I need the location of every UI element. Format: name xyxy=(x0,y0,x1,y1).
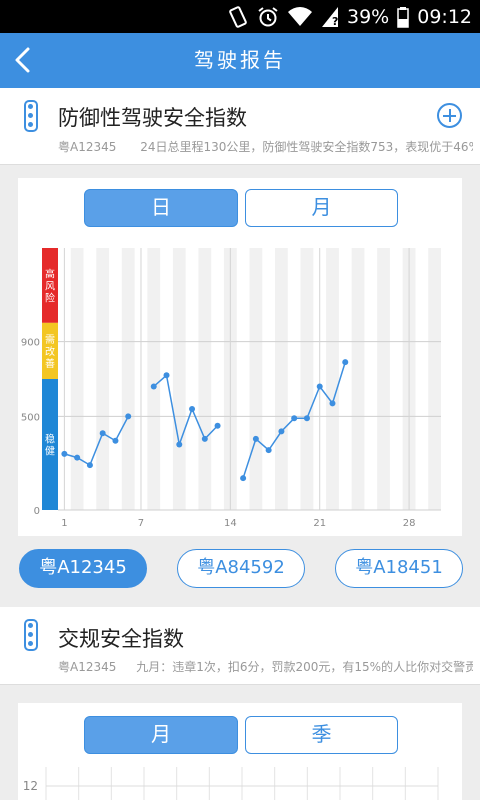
chart-stripe xyxy=(198,248,212,510)
traffic-chart: 12 xyxy=(23,767,439,800)
safety-summary-text: 24日总里程130公里，防御性驾驶安全指数753，表现优于46%的人 xyxy=(140,140,473,154)
chart-stripe xyxy=(96,248,110,510)
data-point xyxy=(329,400,336,407)
risk-band-label: 改 xyxy=(45,345,55,358)
status-bar: ? 39% 09:12 xyxy=(0,0,480,33)
chart-stripe xyxy=(147,248,161,510)
safety-chart-card: 日 月 0 500 900 1 7 14 21 28 高风险需改善稳健 xyxy=(18,178,462,536)
y-tick-label: 0 xyxy=(34,506,40,517)
data-point xyxy=(125,413,132,420)
x-tick-label: 14 xyxy=(224,518,237,529)
data-point xyxy=(86,462,93,469)
traffic-chart-card: 月 季 12 xyxy=(18,703,462,800)
data-point xyxy=(150,383,157,390)
safety-index-title: 防御性驾驶安全指数 xyxy=(58,106,247,130)
risk-band-label: 健 xyxy=(45,446,55,458)
plate-button-1[interactable]: 粤A12345 xyxy=(19,549,147,588)
risk-band-label: 高 xyxy=(45,267,55,280)
traffic-index-summary: 粤A12345 九月：违章1次，扣6分，罚款200元，有15%的人比你对交警贡献… xyxy=(58,658,473,675)
data-point xyxy=(176,441,183,448)
page-title: 驾驶报告 xyxy=(194,48,286,72)
data-point xyxy=(163,372,170,379)
back-arrow-icon xyxy=(8,47,44,83)
traffic-plate: 粤A12345 xyxy=(58,660,117,674)
y-tick-label: 900 xyxy=(21,338,40,349)
x-tick-label: 7 xyxy=(138,518,144,529)
data-point xyxy=(189,405,196,412)
x-tick-label: 21 xyxy=(313,518,326,529)
data-point xyxy=(201,435,208,442)
chart-stripe xyxy=(300,248,314,510)
data-point xyxy=(316,383,323,390)
vibrate-icon xyxy=(227,5,249,28)
traffic-light-icon-2 xyxy=(24,619,38,651)
nav-bar: 驾驶报告 xyxy=(0,33,480,88)
chart-stripe xyxy=(275,248,288,510)
data-point xyxy=(214,422,221,429)
risk-band-label: 险 xyxy=(45,291,55,304)
risk-band-label: 稳 xyxy=(45,433,55,446)
battery-icon xyxy=(397,6,409,28)
data-point xyxy=(61,450,68,457)
chart-stripe xyxy=(172,248,186,510)
clock-time: 09:12 xyxy=(417,5,472,28)
data-point xyxy=(240,475,247,482)
data-point xyxy=(265,447,272,454)
data-point xyxy=(74,454,81,461)
x-tick-label: 28 xyxy=(403,518,416,529)
safety-plate: 粤A12345 xyxy=(58,140,117,154)
plate-button-3[interactable]: 粤A18451 xyxy=(335,549,463,588)
plate-button-2[interactable]: 粤A84592 xyxy=(177,549,305,588)
safety-index-card: 防御性驾驶安全指数 粤A12345 24日总里程130公里，防御性驾驶安全指数7… xyxy=(0,88,480,165)
data-point xyxy=(291,415,298,422)
svg-text:?: ? xyxy=(332,15,338,28)
risk-band-label: 善 xyxy=(45,357,55,370)
chart-stripe xyxy=(249,248,263,510)
x-tick-label: 1 xyxy=(61,518,67,529)
data-point xyxy=(303,415,310,422)
data-point xyxy=(99,430,106,437)
chart-stripe xyxy=(428,248,441,510)
back-button[interactable] xyxy=(8,41,44,79)
traffic-summary-text: 九月：违章1次，扣6分，罚款200元，有15%的人比你对交警贡献多 xyxy=(136,660,473,674)
safety-line-chart: 0 500 900 1 7 14 21 28 高风险需改善稳健 xyxy=(21,248,441,529)
traffic-light-icon xyxy=(24,100,38,132)
battery-percent: 39% xyxy=(347,5,390,28)
signal-icon: ? xyxy=(321,6,339,28)
safety-index-summary: 粤A12345 24日总里程130公里，防御性驾驶安全指数753，表现优于46%… xyxy=(58,138,473,155)
alarm-icon xyxy=(257,6,279,28)
chart-stripe xyxy=(121,248,135,510)
risk-band-label: 风 xyxy=(45,280,55,292)
plus-circle-icon[interactable] xyxy=(437,103,462,128)
risk-band-label: 需 xyxy=(45,334,55,346)
data-point xyxy=(252,435,259,442)
y-tick-label: 500 xyxy=(21,412,40,423)
data-point xyxy=(342,359,349,366)
chart-stripe xyxy=(326,248,339,510)
data-point xyxy=(112,437,119,444)
chart-stripe xyxy=(351,248,365,510)
traffic-index-title: 交规安全指数 xyxy=(58,627,184,651)
data-point xyxy=(278,428,285,435)
wifi-icon xyxy=(287,6,313,28)
y-tick-label-12: 12 xyxy=(23,779,38,793)
chart-stripe xyxy=(377,248,390,510)
traffic-index-card: 交规安全指数 粤A12345 九月：违章1次，扣6分，罚款200元，有15%的人… xyxy=(0,607,480,685)
chart-stripe xyxy=(70,248,84,510)
